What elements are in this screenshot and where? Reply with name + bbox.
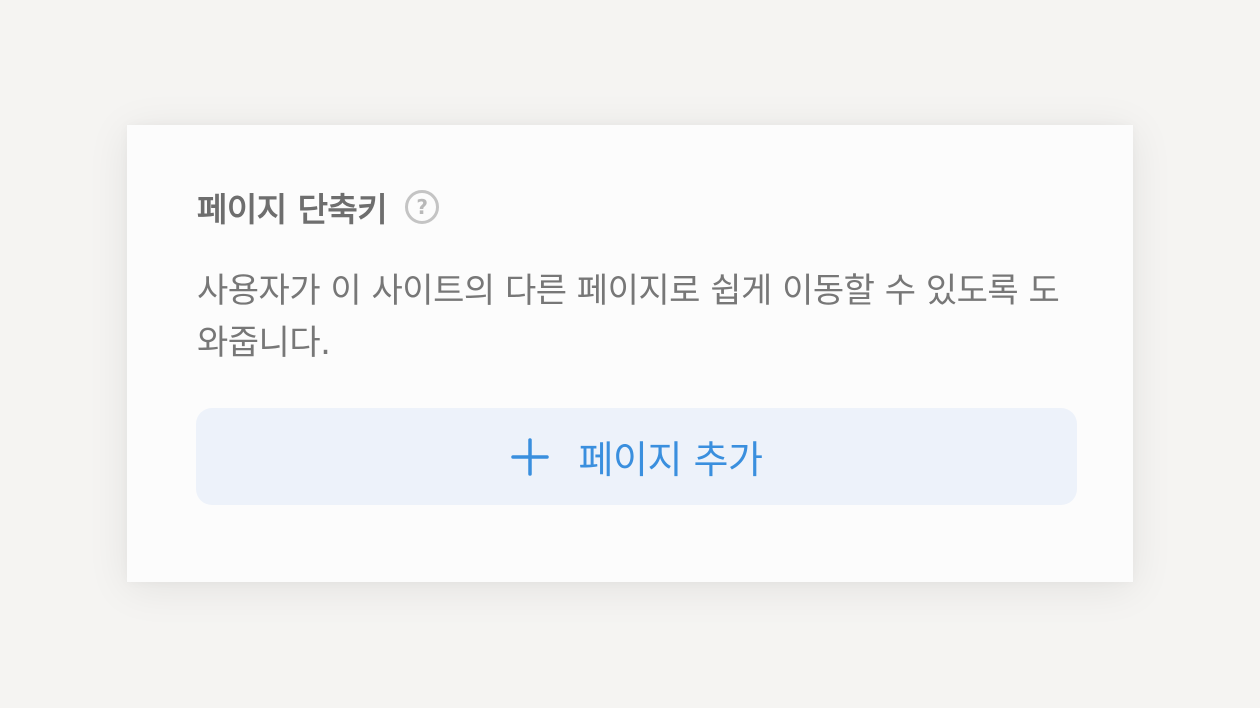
panel-title: 페이지 단축키 [197, 190, 388, 229]
title-row: 페이지 단축키 ? [197, 185, 440, 229]
help-glyph: ? [416, 195, 428, 219]
add-page-label: 페이지 추가 [578, 438, 763, 482]
add-page-button[interactable]: 페이지 추가 [196, 408, 1077, 505]
plus-icon [510, 437, 549, 476]
page-shortcuts-panel: 페이지 단축키 ? 사용자가 이 사이트의 다른 페이지로 쉽게 이동할 수 있… [127, 125, 1133, 582]
question-circle-icon[interactable]: ? [405, 190, 440, 224]
panel-description: 사용자가 이 사이트의 다른 페이지로 쉽게 이동할 수 있도록 도와줍니다. [197, 271, 1060, 363]
